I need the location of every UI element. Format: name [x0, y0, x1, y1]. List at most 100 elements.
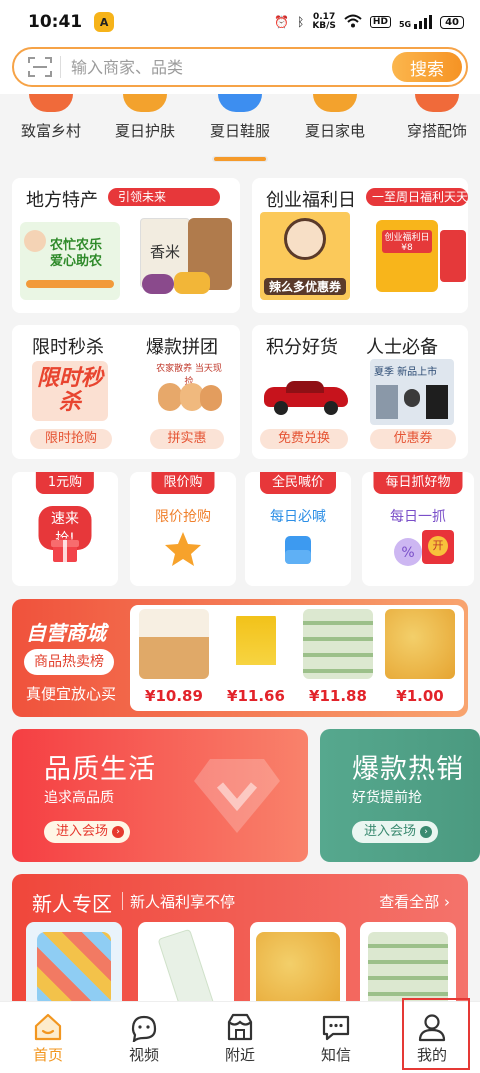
- hot-sale-rank-button[interactable]: 商品热卖榜: [24, 649, 114, 675]
- card-title: 创业福利日: [266, 190, 356, 211]
- card-group-buy[interactable]: 爆款拼团 农家散养 当天现捡 拼实惠: [126, 325, 240, 459]
- essentials-coupon-button[interactable]: 优惠券: [370, 429, 456, 449]
- category-label: 致富乡村: [20, 122, 81, 140]
- product-price: ¥11.88: [309, 687, 367, 705]
- car-image: [264, 381, 348, 415]
- scan-icon[interactable]: [28, 56, 52, 78]
- flash-sale-button[interactable]: 限时抢购: [30, 429, 112, 449]
- category-item-shoes[interactable]: 夏日鞋服: [195, 94, 285, 141]
- message-icon: [321, 1012, 351, 1042]
- tissue-image: [303, 609, 373, 679]
- red-envelope-image: [440, 230, 466, 282]
- signal-icon: 5G: [399, 15, 433, 29]
- card-local-specialty[interactable]: 地方特产 引领未来 农忙农乐 爱心助农 香米: [12, 178, 240, 313]
- points-exchange-button[interactable]: 免费兑换: [260, 429, 348, 449]
- oil-bottle-image: [236, 609, 276, 679]
- product-price: ¥10.89: [145, 687, 203, 705]
- mini-card-limited-price[interactable]: 限价购 限价抢购: [130, 472, 236, 586]
- nav-home[interactable]: 首页: [0, 1002, 96, 1073]
- card-flash-group: 限时秒杀 限时秒杀 限时抢购 爆款拼团 农家散养 当天现捡 拼实惠: [12, 325, 240, 459]
- product-card[interactable]: ¥11.66: [216, 609, 296, 709]
- self-mall-section[interactable]: 自营商城 商品热卖榜 真便宜放心买 ¥10.89 ¥11.66 ¥11.88 ¥…: [12, 599, 468, 717]
- search-bar-area: 搜索: [0, 44, 480, 94]
- category-label: 夏日家电: [304, 122, 365, 140]
- diamond-icon: [192, 755, 282, 835]
- category-shoes-icon: [218, 94, 262, 112]
- product-card[interactable]: ¥1.00: [380, 609, 460, 709]
- eggs-image: 农家散养 当天现捡: [152, 361, 226, 423]
- enter-venue-button[interactable]: 进入会场 ›: [44, 821, 131, 843]
- group-buy-button[interactable]: 拼实惠: [150, 429, 224, 449]
- mini-card-tag: 限价购: [151, 472, 215, 494]
- status-bar: 10:41 A ⏰ ᛒ 0.17 KB/S HD 5G 40: [0, 0, 480, 44]
- category-item-skincare[interactable]: 夏日护肤: [100, 94, 190, 141]
- card-essentials[interactable]: 人士必备 夏季 新品上市 优惠券: [356, 325, 468, 459]
- mini-card-daily-grab[interactable]: 每日抓好物 每日一抓 % 开: [362, 472, 474, 586]
- enter-venue-button[interactable]: 进入会场 ›: [352, 821, 439, 843]
- category-label: 夏日护肤: [114, 122, 175, 140]
- app-screen: 10:41 A ⏰ ᛒ 0.17KB/S HD 5G 40 搜索: [0, 0, 480, 1073]
- app-notification-icon: A: [94, 12, 115, 32]
- banner-hot-sale[interactable]: 爆款热销 好货提前抢 进入会场 ›: [320, 729, 480, 862]
- category-label: 夏日鞋服: [209, 122, 270, 140]
- mini-card-bid[interactable]: 全民喊价 每日必喊: [245, 472, 351, 586]
- card-startup-welfare[interactable]: 创业福利日 一至周日福利天天 辣么多优惠券 创业福利日 ¥8: [252, 178, 468, 313]
- new-user-divider: [122, 892, 123, 910]
- search-button[interactable]: 搜索: [392, 52, 462, 82]
- view-all-link[interactable]: 查看全部 ›: [379, 891, 450, 912]
- banner-title: 爆款热销: [352, 754, 464, 785]
- biscuit-image: [139, 609, 209, 679]
- category-village-icon: [29, 94, 73, 112]
- nav-label: 视频: [128, 1046, 159, 1064]
- star-icon: [164, 530, 202, 568]
- product-price: ¥1.00: [396, 687, 444, 705]
- card-points-group: 积分好货 免费兑换 人士必备 夏季 新品上市 优惠券: [252, 325, 468, 459]
- banner-quality-life[interactable]: 品质生活 追求高品质 进入会场 ›: [12, 729, 308, 862]
- category-item-accessories[interactable]: 穿搭配饰: [392, 94, 480, 141]
- banner-title: 品质生活: [44, 754, 156, 785]
- battery-icon: 40: [440, 15, 464, 29]
- card-tag: 一至周日福利天天: [366, 188, 468, 206]
- summer-products-image: 夏季 新品上市: [370, 359, 454, 425]
- nav-label: 附近: [224, 1046, 255, 1064]
- search-input[interactable]: [71, 57, 371, 77]
- card-flash-sale[interactable]: 限时秒杀 限时秒杀 限时抢购: [12, 325, 126, 459]
- discount-icon: %: [392, 536, 424, 568]
- nav-video[interactable]: 视频: [96, 1002, 192, 1073]
- svg-text:%: %: [401, 545, 414, 561]
- gift-icon: [50, 534, 80, 564]
- status-time: 10:41: [28, 12, 83, 32]
- category-appliances-icon: [313, 94, 357, 112]
- nav-label: 知信: [320, 1046, 351, 1064]
- red-packet-icon[interactable]: 开: [422, 530, 454, 564]
- mini-card-sub: 每日一抓: [390, 509, 446, 525]
- category-accessories-icon: [415, 94, 459, 112]
- self-mall-subtitle: 真便宜放心买: [26, 685, 117, 703]
- farmer-icon: [24, 230, 46, 252]
- nav-nearby[interactable]: 附近: [192, 1002, 288, 1073]
- card-points-goods[interactable]: 积分好货 免费兑换: [252, 325, 356, 459]
- nav-messages[interactable]: 知信: [288, 1002, 384, 1073]
- product-card[interactable]: ¥10.89: [134, 609, 214, 709]
- product-card[interactable]: ¥11.88: [298, 609, 378, 709]
- flash-sale-image: 限时秒杀: [32, 361, 108, 421]
- self-mall-title: 自营商城: [26, 621, 106, 645]
- category-label: 穿搭配饰: [406, 122, 467, 140]
- hd-icon: HD: [369, 16, 391, 28]
- search-divider: [60, 56, 61, 78]
- corn-image: [174, 272, 210, 294]
- self-mall-goods: ¥10.89 ¥11.66 ¥11.88 ¥1.00: [130, 605, 464, 711]
- category-item-village[interactable]: 致富乡村: [6, 94, 96, 141]
- mini-card-tag: 全民喊价: [259, 472, 337, 494]
- card-title: 积分好货: [266, 337, 338, 358]
- mini-card-tag: 每日抓好物: [373, 472, 463, 494]
- mini-card-one-yuan[interactable]: 1元购 速来抢!: [12, 472, 118, 586]
- new-user-subtitle: 新人福利享不停: [130, 893, 236, 911]
- new-user-title: 新人专区: [32, 892, 112, 916]
- welfare-bag-image: 创业福利日 ¥8: [376, 220, 438, 292]
- nav-label: 首页: [32, 1046, 63, 1064]
- search-bar: 搜索: [12, 47, 468, 87]
- sweet-potato-image: [142, 274, 174, 294]
- category-item-appliances[interactable]: 夏日家电: [290, 94, 380, 141]
- shop-icon: [225, 1012, 255, 1042]
